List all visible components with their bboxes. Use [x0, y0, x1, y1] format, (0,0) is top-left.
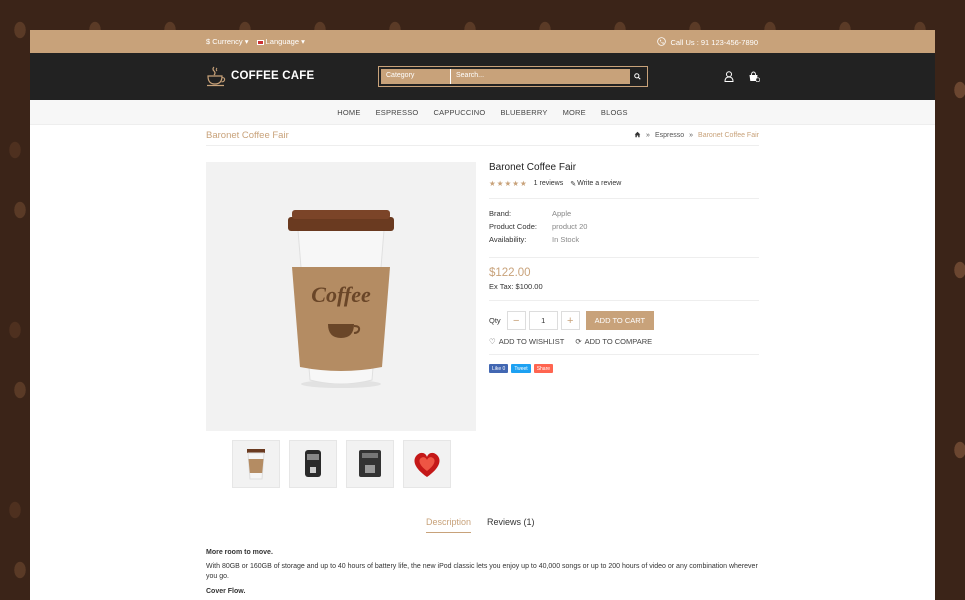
chevron-down-icon: ▾ — [301, 37, 305, 46]
quantity-row: Qty − 1 + ADD TO CART — [489, 300, 759, 330]
language-dropdown[interactable]: Language ▾ — [256, 37, 305, 46]
nav-blogs[interactable]: BLOGS — [601, 108, 628, 117]
breadcrumb: » Espresso » Baronet Coffee Fair — [634, 131, 759, 140]
flag-icon — [256, 39, 264, 45]
currency-dropdown[interactable]: $ Currency ▾ — [206, 37, 249, 46]
price-block: $122.00 Ex Tax: $100.00 — [489, 257, 759, 291]
rating-row: ★ ★ ★ ★ ★ 1 reviews ✎ Write a review — [489, 179, 759, 188]
phone-icon — [657, 37, 667, 48]
header: COFFEE CAFE Category Search... — [30, 53, 935, 100]
product-meta: Brand: Apple Product Code: product 20 Avai… — [489, 198, 759, 248]
cart-icon[interactable] — [748, 71, 761, 84]
contact-phone: Call Us : 91 123-456-7890 — [670, 38, 758, 47]
thumbnail-strip — [232, 440, 451, 488]
share-button[interactable]: Share — [533, 364, 554, 373]
star-icon: ★ — [512, 179, 519, 188]
nav-more[interactable]: MORE — [563, 108, 586, 117]
description-heading: More room to move. — [206, 549, 273, 556]
add-to-compare-button[interactable]: ⟳ ADD TO COMPARE — [575, 337, 652, 346]
search-icon — [634, 73, 641, 80]
tweet-button[interactable]: Tweet — [511, 364, 531, 373]
price: $122.00 — [489, 267, 531, 279]
title-row: Baronet Coffee Fair » Espresso » Baronet… — [206, 130, 759, 146]
search-button[interactable] — [630, 69, 645, 84]
star-icon: ★ — [504, 179, 512, 188]
nav-home[interactable]: HOME — [337, 108, 360, 117]
write-review-link[interactable]: Write a review — [577, 180, 621, 187]
description-content: More room to move. With 80GB or 160GB of… — [206, 548, 759, 600]
star-icon: ★ — [489, 179, 496, 188]
search-bar: Category Search... — [378, 66, 648, 87]
search-input[interactable]: Search... — [451, 69, 630, 84]
secondary-actions: ♡ ADD TO WISHLIST ⟳ ADD TO COMPARE — [489, 337, 759, 346]
page-title: Baronet Coffee Fair — [206, 130, 289, 141]
chevron-down-icon: ▾ — [244, 37, 249, 46]
qty-label: Qty — [489, 316, 501, 325]
logo[interactable]: COFFEE CAFE — [206, 65, 314, 87]
product-code: product 20 — [552, 222, 588, 231]
thumbnail-cup[interactable] — [232, 440, 280, 488]
social-buttons: Like 0 Tweet Share — [489, 354, 759, 373]
nav-blueberry[interactable]: BLUEBERRY — [500, 108, 547, 117]
tab-reviews[interactable]: Reviews (1) — [487, 517, 535, 533]
thumbnail-coffee-maker[interactable] — [346, 440, 394, 488]
qty-decrease-button[interactable]: − — [506, 311, 526, 330]
product-info: Baronet Coffee Fair ★ ★ ★ ★ ★ 1 reviews … — [489, 162, 759, 373]
breadcrumb-current: Baronet Coffee Fair — [698, 132, 759, 139]
page-frame: $ Currency ▾ Language ▾ Call Us : 91 123… — [30, 30, 935, 600]
main-nav: HOME ESPRESSO CAPPUCCINO BLUEBERRY MORE … — [30, 100, 935, 125]
heart-icon: ♡ — [489, 337, 496, 346]
facebook-like-button[interactable]: Like 0 — [489, 364, 509, 373]
thumbnail-espresso-machine[interactable] — [289, 440, 337, 488]
pencil-icon: ✎ — [570, 180, 577, 188]
add-to-cart-button[interactable]: ADD TO CART — [585, 311, 655, 330]
cup-label: Coffee — [311, 282, 371, 307]
breadcrumb-separator-icon: » — [689, 132, 694, 139]
category-select[interactable]: Category — [381, 69, 451, 84]
breadcrumb-separator-icon: » — [646, 132, 650, 139]
product-name: Baronet Coffee Fair — [489, 162, 577, 173]
home-icon[interactable] — [634, 131, 641, 140]
breadcrumb-espresso[interactable]: Espresso — [655, 132, 684, 139]
refresh-icon: ⟳ — [575, 337, 582, 346]
availability: In Stock — [552, 235, 580, 244]
tab-description[interactable]: Description — [426, 517, 472, 533]
logo-text: COFFEE CAFE — [231, 70, 315, 82]
brand-value[interactable]: Apple — [552, 209, 571, 222]
reviews-link[interactable]: 1 reviews — [534, 180, 564, 187]
star-icon: ★ — [496, 179, 504, 188]
nav-cappuccino[interactable]: CAPPUCCINO — [433, 108, 485, 117]
star-icon: ★ — [519, 179, 527, 188]
main-product-image[interactable]: Coffee — [206, 162, 476, 431]
description-paragraph: With 80GB or 160GB of storage and up to … — [206, 563, 758, 580]
product-tabs: Description Reviews (1) — [426, 517, 535, 533]
thumbnail-heart-cup[interactable] — [403, 440, 451, 488]
user-icon[interactable] — [724, 71, 734, 84]
add-to-wishlist-button[interactable]: ♡ ADD TO WISHLIST — [489, 337, 564, 346]
ex-tax: Ex Tax: $100.00 — [489, 282, 543, 291]
top-bar: $ Currency ▾ Language ▾ Call Us : 91 123… — [30, 30, 935, 53]
qty-input[interactable]: 1 — [528, 311, 558, 330]
nav-espresso[interactable]: ESPRESSO — [376, 108, 419, 117]
coffee-cup-icon — [207, 66, 226, 87]
qty-increase-button[interactable]: + — [560, 311, 580, 330]
description-heading: Cover Flow. — [206, 588, 246, 595]
